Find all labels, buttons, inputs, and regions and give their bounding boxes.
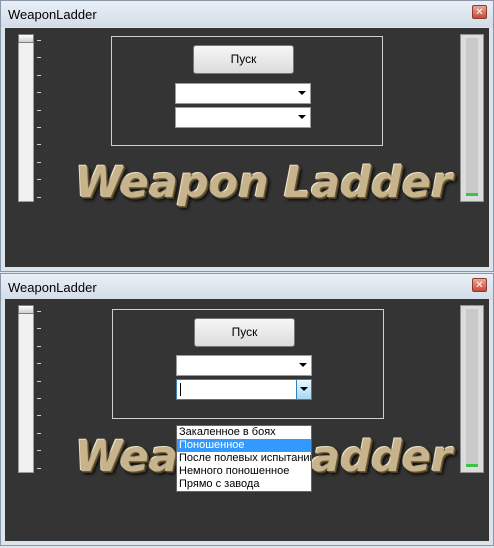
- slider-tick: [37, 432, 41, 434]
- client-area: Пуск Weapon Ladder Закаленное в боях Поно…: [5, 299, 489, 541]
- dropdown-arrow-icon[interactable]: [298, 91, 306, 95]
- weaponladder-window-1: WeaponLadder ✕ Пуск Weapon Ladder: [0, 0, 494, 272]
- slider-tick: [37, 179, 41, 181]
- slider-tick: [37, 467, 41, 469]
- weaponladder-window-2: WeaponLadder ✕ Пуск Weapon Ladder Закале…: [0, 273, 494, 546]
- dropdown-button[interactable]: [296, 380, 311, 399]
- slider-tick: [37, 57, 41, 59]
- start-button[interactable]: Пуск: [193, 45, 294, 74]
- dropdown-arrow-icon[interactable]: [298, 115, 306, 119]
- combo-box-2[interactable]: [175, 107, 311, 128]
- combo-box-2[interactable]: [176, 379, 312, 400]
- level-meter-fill: [466, 463, 478, 467]
- level-meter-track: [466, 38, 478, 196]
- slider-tick: [37, 380, 41, 382]
- text-caret: [180, 383, 181, 396]
- slider-tick: [37, 127, 41, 128]
- slider-ticks: [37, 40, 43, 200]
- vertical-slider[interactable]: [18, 305, 34, 473]
- dropdown-list: Закаленное в боях Поношенное После полевых…: [176, 425, 312, 492]
- slider-tick: [37, 40, 41, 41]
- slider-tick: [37, 398, 41, 399]
- slider-tick: [37, 196, 41, 198]
- level-meter: [460, 305, 484, 473]
- dropdown-option[interactable]: Закаленное в боях: [177, 426, 311, 439]
- slider-tick: [37, 144, 41, 146]
- close-icon[interactable]: ✕: [472, 278, 487, 292]
- slider-tick: [37, 161, 41, 163]
- slider-ticks: [37, 311, 43, 471]
- slider-tick: [37, 328, 41, 330]
- window-title: WeaponLadder: [8, 280, 97, 295]
- slider-tick: [37, 345, 41, 347]
- slider-tick: [37, 450, 41, 452]
- slider-tick: [37, 109, 41, 111]
- dropdown-option[interactable]: Немного поношенное: [177, 465, 311, 478]
- slider-tick: [37, 363, 41, 365]
- dropdown-option[interactable]: Поношенное: [177, 439, 311, 452]
- client-area: Пуск Weapon Ladder: [5, 28, 489, 267]
- start-button[interactable]: Пуск: [194, 318, 295, 347]
- dropdown-option[interactable]: После полевых испытаний: [177, 452, 311, 465]
- level-meter: [460, 34, 484, 202]
- dropdown-arrow-icon: [300, 387, 308, 391]
- dropdown-option[interactable]: Прямо с завода: [177, 478, 311, 491]
- level-meter-track: [466, 309, 478, 467]
- controls-group: Пуск: [111, 36, 383, 146]
- close-icon[interactable]: ✕: [472, 5, 487, 19]
- window-title: WeaponLadder: [8, 7, 97, 22]
- title-bar[interactable]: WeaponLadder ✕: [1, 274, 493, 300]
- slider-thumb[interactable]: [18, 305, 34, 314]
- slider-tick: [37, 311, 41, 312]
- slider-tick: [37, 415, 41, 417]
- combo-box-1[interactable]: [176, 355, 312, 376]
- slider-tick: [37, 92, 41, 94]
- slider-thumb[interactable]: [18, 34, 34, 43]
- dropdown-arrow-icon[interactable]: [299, 363, 307, 367]
- title-bar[interactable]: WeaponLadder ✕: [1, 1, 493, 27]
- level-meter-fill: [466, 192, 478, 196]
- slider-tick: [37, 74, 41, 76]
- weapon-ladder-logo: Weapon Ladder: [75, 158, 453, 208]
- vertical-slider[interactable]: [18, 34, 34, 202]
- combo-box-1[interactable]: [175, 83, 311, 104]
- controls-group: Пуск: [112, 309, 384, 419]
